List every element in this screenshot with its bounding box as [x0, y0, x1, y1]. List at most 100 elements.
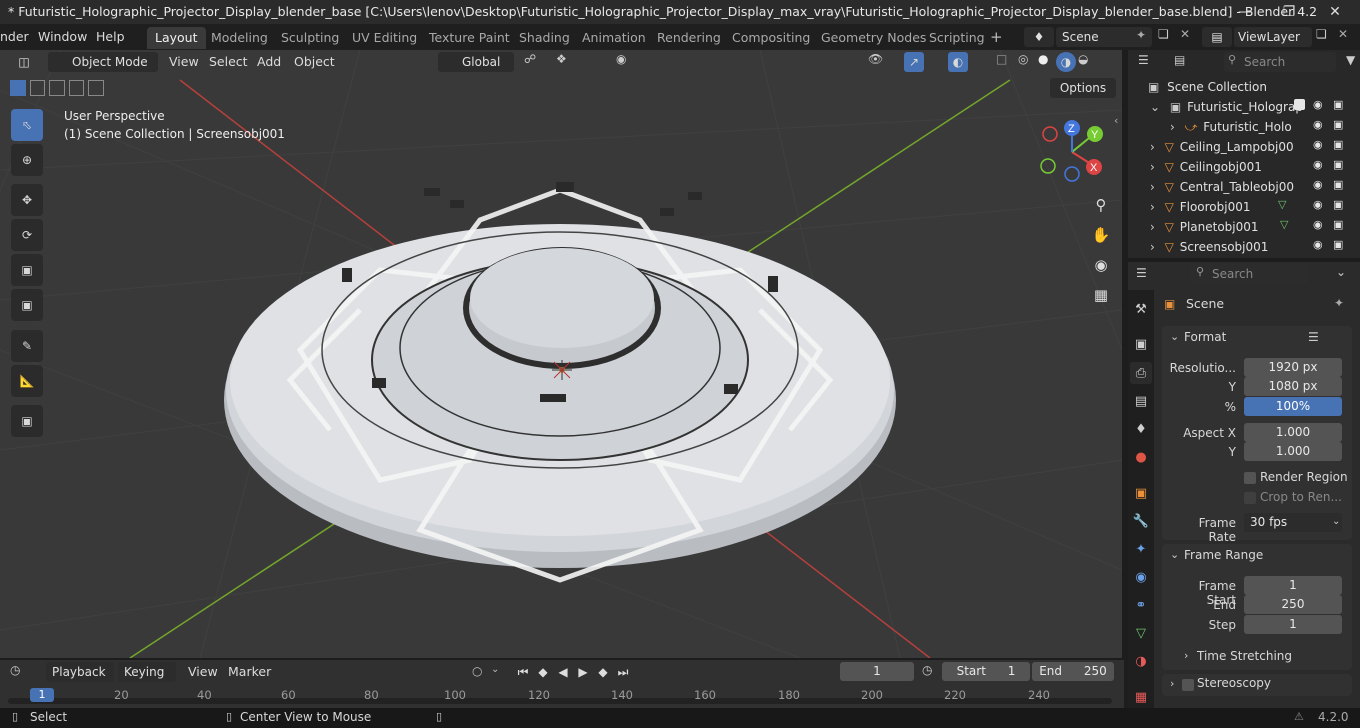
- play-icon[interactable]: ▶: [574, 663, 592, 681]
- tab-compositing[interactable]: Compositing: [724, 27, 818, 49]
- chevron-right-icon[interactable]: ›: [1150, 240, 1155, 254]
- eye-icon[interactable]: ◉: [1313, 218, 1323, 231]
- mesh-data-icon[interactable]: ▽: [1280, 218, 1288, 231]
- menu-view[interactable]: View: [169, 52, 199, 72]
- chevron-right-icon[interactable]: ›: [1170, 120, 1175, 134]
- delete-scene-icon[interactable]: ✕: [1180, 27, 1190, 41]
- select-extend-icon[interactable]: [29, 80, 46, 96]
- tab-rendering[interactable]: Rendering: [649, 27, 729, 49]
- editor-type-icon[interactable]: ◫: [6, 53, 42, 71]
- chevron-right-icon[interactable]: ›: [1150, 160, 1155, 174]
- resolution-y-field[interactable]: 1080 px: [1244, 377, 1342, 396]
- outliner-search-input[interactable]: Search: [1224, 52, 1336, 72]
- chevron-down-icon[interactable]: ⌄: [491, 664, 499, 675]
- render-tab-icon[interactable]: ▣: [1130, 333, 1152, 355]
- pan-hand-icon[interactable]: ✋: [1088, 222, 1114, 248]
- preset-list-icon[interactable]: ☰: [1308, 330, 1319, 344]
- resolution-percent-field[interactable]: 100%: [1244, 397, 1342, 416]
- tab-shading[interactable]: Shading: [511, 27, 578, 49]
- view-layer-tab-icon[interactable]: ▤: [1130, 390, 1152, 412]
- chevron-down-icon[interactable]: ⌄: [1332, 516, 1340, 527]
- move-tool-icon[interactable]: ✥: [11, 184, 43, 216]
- timeline-view-menu[interactable]: View: [188, 662, 218, 682]
- tab-animation[interactable]: Animation: [574, 27, 654, 49]
- mode-selector[interactable]: Object Mode: [48, 52, 158, 72]
- new-scene-icon[interactable]: ❏: [1158, 27, 1169, 41]
- camera-icon[interactable]: ▣: [1333, 158, 1343, 171]
- chevron-down-icon[interactable]: ⌄: [1170, 548, 1179, 561]
- stopwatch-icon[interactable]: ◷: [922, 663, 932, 677]
- crop-checkbox[interactable]: [1244, 492, 1256, 504]
- navigation-gizmo[interactable]: X Y Z: [1036, 118, 1110, 184]
- chevron-down-icon[interactable]: ⌄: [1170, 330, 1179, 343]
- chevron-down-icon[interactable]: ⌄: [1150, 100, 1160, 114]
- zoom-icon[interactable]: ⚲: [1088, 192, 1114, 218]
- wireframe-shading-icon[interactable]: ◎: [1018, 52, 1028, 66]
- viewlayer-selector[interactable]: ViewLayer: [1234, 27, 1312, 47]
- rendered-shading-icon[interactable]: ◒: [1078, 52, 1088, 66]
- physics-tab-icon[interactable]: ◉: [1130, 566, 1152, 588]
- annotate-tool-icon[interactable]: ✎: [11, 330, 43, 362]
- outliner-item[interactable]: › ▽ Planetobj001: [1150, 217, 1259, 237]
- timeline-start-field[interactable]: Start 1: [942, 662, 1030, 681]
- playhead[interactable]: 1: [30, 688, 54, 702]
- outliner-scene-collection[interactable]: ▣ Scene Collection: [1148, 77, 1267, 97]
- chevron-right-icon[interactable]: ›: [1150, 140, 1155, 154]
- format-panel-title[interactable]: Format: [1184, 330, 1226, 344]
- particles-tab-icon[interactable]: ✦: [1130, 538, 1152, 560]
- properties-search-input[interactable]: Search: [1190, 264, 1308, 284]
- outliner-item[interactable]: › ▽ Central_Tableobj00: [1150, 177, 1294, 197]
- frame-step-field[interactable]: 1: [1244, 615, 1342, 634]
- camera-icon[interactable]: ▣: [1333, 178, 1343, 191]
- eye-icon[interactable]: ◉: [1313, 238, 1323, 251]
- tab-modeling[interactable]: Modeling: [203, 27, 276, 49]
- tab-layout[interactable]: Layout: [147, 27, 206, 49]
- eye-icon[interactable]: ◉: [1313, 118, 1323, 131]
- data-tab-icon[interactable]: ▽: [1130, 622, 1152, 644]
- measure-tool-icon[interactable]: 📐: [11, 365, 43, 397]
- maximize-icon[interactable]: ❐: [1266, 0, 1312, 24]
- menu-file[interactable]: nder: [0, 27, 29, 47]
- tab-scripting[interactable]: Scripting: [921, 27, 993, 49]
- eye-icon[interactable]: ◉: [1313, 138, 1323, 151]
- frame-end-field[interactable]: 250: [1244, 595, 1342, 614]
- stereoscopy-label[interactable]: Stereoscopy: [1197, 676, 1271, 690]
- eye-icon[interactable]: ◉: [1313, 178, 1323, 191]
- camera-icon[interactable]: ▣: [1333, 198, 1343, 211]
- modifier-tab-icon[interactable]: 🔧: [1130, 510, 1152, 532]
- overlay-toggle-icon[interactable]: ◐: [948, 52, 968, 72]
- aspect-x-field[interactable]: 1.000: [1244, 423, 1342, 442]
- select-subtract-icon[interactable]: [49, 80, 65, 96]
- 3d-viewport[interactable]: [0, 50, 1122, 658]
- minimize-icon[interactable]: —: [1222, 0, 1268, 24]
- constraints-tab-icon[interactable]: ⚭: [1130, 594, 1152, 616]
- rotate-tool-icon[interactable]: ⟳: [11, 219, 43, 251]
- select-intersect-icon[interactable]: [88, 80, 104, 96]
- tab-texture-paint[interactable]: Texture Paint: [421, 27, 518, 49]
- stereoscopy-checkbox[interactable]: [1182, 679, 1194, 691]
- camera-icon[interactable]: ▣: [1333, 218, 1343, 231]
- add-workspace-icon[interactable]: +: [990, 28, 1003, 46]
- material-shading-icon[interactable]: ◑: [1056, 52, 1076, 72]
- camera-view-icon[interactable]: ◉: [1088, 252, 1114, 278]
- sidebar-toggle-icon[interactable]: ‹: [1114, 114, 1118, 127]
- frame-start-field[interactable]: 1: [1244, 576, 1342, 595]
- playback-menu[interactable]: Playback: [46, 662, 114, 682]
- chevron-right-icon[interactable]: ›: [1170, 677, 1174, 690]
- chevron-right-icon[interactable]: ›: [1150, 180, 1155, 194]
- camera-icon[interactable]: ▣: [1333, 238, 1343, 251]
- camera-icon[interactable]: ▣: [1333, 118, 1343, 131]
- record-icon[interactable]: ○: [472, 664, 482, 678]
- aspect-y-field[interactable]: 1.000: [1244, 442, 1342, 461]
- next-keyframe-icon[interactable]: ◆: [594, 663, 612, 681]
- frame-range-title[interactable]: Frame Range: [1184, 548, 1263, 562]
- tab-uv-editing[interactable]: UV Editing: [344, 27, 425, 49]
- menu-add[interactable]: Add: [257, 52, 281, 72]
- xray-icon[interactable]: □: [996, 52, 1007, 66]
- filter-icon[interactable]: ▼: [1346, 53, 1355, 67]
- exclude-checkbox[interactable]: [1294, 99, 1305, 110]
- tab-geometry-nodes[interactable]: Geometry Nodes: [813, 27, 934, 49]
- delete-viewlayer-icon[interactable]: ✕: [1338, 27, 1348, 41]
- jump-end-icon[interactable]: ⏭: [614, 663, 632, 681]
- chevron-down-icon[interactable]: ⌄: [1336, 265, 1346, 279]
